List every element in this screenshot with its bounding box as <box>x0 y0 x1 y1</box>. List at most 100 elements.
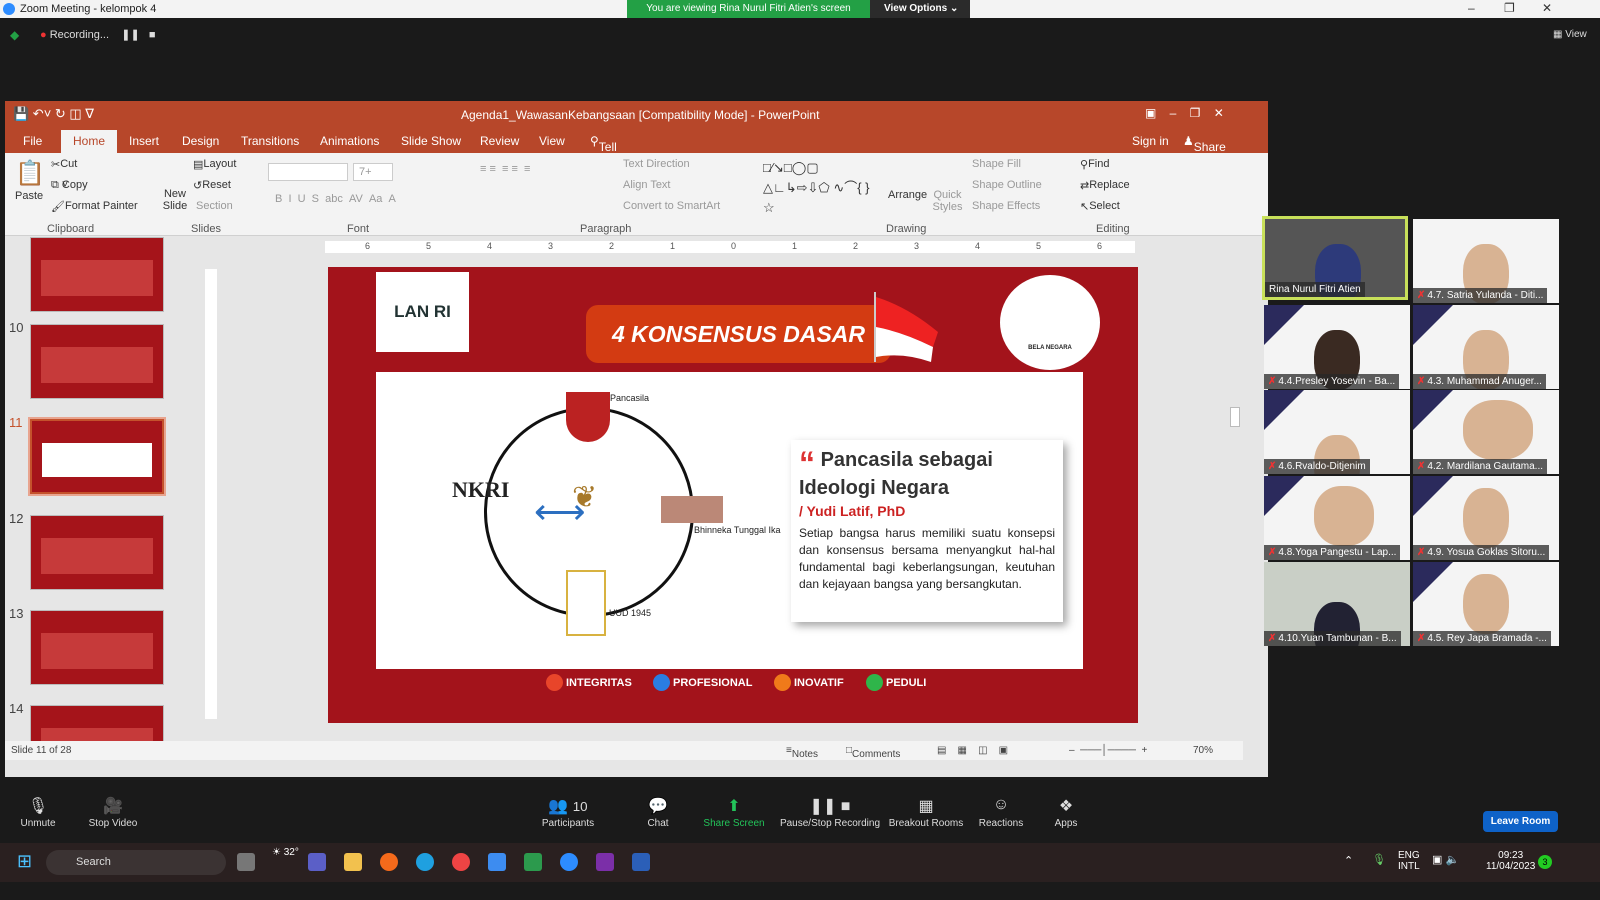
copy-button[interactable]: ⧉ Copy ˅ <box>51 179 88 192</box>
quote-title: Pancasila sebagai Ideologi Negara <box>799 449 993 499</box>
participant-tile[interactable]: Rina Nurul Fitri Atien <box>1262 216 1408 300</box>
shape-fill-button[interactable]: Shape Fill <box>972 158 1021 170</box>
document-title: Agenda1_WawasanKebangsaan [Compatibility… <box>461 108 820 122</box>
clock[interactable]: 09:23 11/04/2023 <box>1486 850 1535 872</box>
participant-tile[interactable]: ✗ 4.5. Rey Japa Bramada -... <box>1413 562 1559 646</box>
stop-icon[interactable]: ■ <box>149 29 156 41</box>
unmute-label: Unmute <box>20 818 56 829</box>
new-slide-button[interactable]: New Slide <box>160 188 190 212</box>
taskbar-search[interactable]: Search <box>46 850 226 875</box>
network-volume-icons[interactable]: ▣ 🔈 <box>1432 853 1459 866</box>
tab-transitions[interactable]: Transitions <box>241 134 299 148</box>
find-button[interactable]: ⚲ Find <box>1080 158 1109 171</box>
arrange-button[interactable]: Arrange <box>888 189 927 201</box>
zoom-level[interactable]: 70% <box>1193 745 1213 756</box>
shape-outline-button[interactable]: Shape Outline <box>972 179 1042 191</box>
participant-tile[interactable]: ✗ 4.7. Satria Yulanda - Diti... <box>1413 219 1559 303</box>
participant-tile[interactable]: ✗ 4.9. Yosua Goklas Sitoru... <box>1413 476 1559 560</box>
maximize-icon[interactable]: ❐ <box>1504 1 1515 15</box>
slide-thumbnails-panel[interactable]: 10 11 12 13 14 <box>5 237 183 757</box>
participant-tile[interactable]: ✗ 4.6.Rvaldo-Ditjenim <box>1264 390 1410 474</box>
text-direction-button[interactable]: Text Direction <box>623 158 690 170</box>
close-icon[interactable]: ✕ <box>1542 1 1552 15</box>
share-button[interactable]: ♟ Share <box>1183 134 1226 154</box>
paste-icon[interactable]: 📋 <box>15 159 45 188</box>
chrome-icon[interactable] <box>452 853 470 871</box>
slide-thumbnail[interactable] <box>30 324 164 399</box>
windows-start-icon[interactable]: ⊞ <box>17 851 32 872</box>
teams-icon[interactable] <box>308 853 326 871</box>
slide-canvas[interactable]: LAN RI 4 KONSENSUS DASAR BELA NEGARA Pan… <box>328 267 1138 723</box>
font-format-buttons[interactable]: B I U S abc AV Aa A <box>275 193 396 205</box>
comments-button[interactable]: □ Comments <box>846 745 900 760</box>
zoom-slider[interactable]: – ───│──── + <box>1069 745 1147 756</box>
zoom-taskbar-icon[interactable] <box>560 853 578 871</box>
notification-badge[interactable]: 3 <box>1538 855 1552 869</box>
pause-icon[interactable]: ❚❚ <box>121 29 139 41</box>
weather-widget[interactable]: ☀ 32° <box>272 847 299 858</box>
convert-smartart-button[interactable]: Convert to SmartArt <box>623 200 720 212</box>
share-screen-button[interactable]: ⬆ Share Screen <box>689 796 779 829</box>
paragraph-buttons[interactable]: ≡ ≡ ≡ ≡ ≡ <box>480 163 530 175</box>
language-indicator[interactable]: ENG INTL <box>1398 850 1420 872</box>
paste-button[interactable]: Paste <box>15 190 43 202</box>
notes-button[interactable]: ≡ Notes <box>786 745 818 760</box>
font-size-input[interactable]: 7+ <box>353 163 393 181</box>
participant-tile[interactable]: ✗ 4.4.Presley Yosevin - Ba... <box>1264 305 1410 389</box>
pause-stop-recording-button[interactable]: ❚❚ ■ Pause/Stop Recording <box>775 796 885 829</box>
word-icon[interactable] <box>632 853 650 871</box>
apps-button[interactable]: ❖ Apps <box>1021 796 1111 829</box>
tell-me-search[interactable]: ⚲ Tell me what you want to do... <box>590 134 624 238</box>
cut-button[interactable]: ✂ Cut <box>51 158 77 171</box>
stop-video-button[interactable]: 🎥 Stop Video <box>68 796 158 829</box>
slide-thumbnail[interactable] <box>30 515 164 590</box>
slide-thumbnail[interactable] <box>30 610 164 685</box>
replace-button[interactable]: ⇄ Replace <box>1080 179 1130 192</box>
tab-design[interactable]: Design <box>182 134 219 148</box>
tab-insert[interactable]: Insert <box>129 134 159 148</box>
onenote-icon[interactable] <box>596 853 614 871</box>
firefox-icon[interactable] <box>380 853 398 871</box>
tab-animations[interactable]: Animations <box>320 134 379 148</box>
notepad-icon[interactable] <box>488 853 506 871</box>
participant-tile[interactable]: ✗ 4.2. Mardilana Gautama... <box>1413 390 1559 474</box>
tab-view[interactable]: View <box>539 134 565 148</box>
minimize-icon[interactable]: – <box>1468 1 1475 15</box>
quick-access-icons[interactable]: 💾 ↶˅ ↻ ◫ ∇ <box>13 106 94 122</box>
format-painter-button[interactable]: 🖌 Format Painter <box>51 200 138 213</box>
participant-tile[interactable]: ✗ 4.10.Yuan Tambunan - B... <box>1264 562 1410 646</box>
view-options-button[interactable]: View Options ⌄ <box>870 0 970 18</box>
editor-scrollbar[interactable] <box>1230 407 1240 427</box>
layout-button[interactable]: ▤ Layout <box>193 158 236 171</box>
view-button[interactable]: ▦ View <box>1553 29 1587 40</box>
section-button[interactable]: Section <box>196 200 233 212</box>
tray-chevron-icon[interactable]: ⌃ <box>1344 854 1353 867</box>
participant-tile[interactable]: ✗ 4.3. Muhammad Anuger... <box>1413 305 1559 389</box>
task-view-icon[interactable] <box>237 853 255 871</box>
shape-effects-button[interactable]: Shape Effects <box>972 200 1040 212</box>
window-controls[interactable]: ▣ – ❐ ✕ <box>1145 106 1224 120</box>
tab-slide-show[interactable]: Slide Show <box>401 134 461 148</box>
reset-button[interactable]: ↺ Reset <box>193 179 231 192</box>
edge-icon[interactable] <box>416 853 434 871</box>
participant-tile[interactable]: ✗ 4.8.Yoga Pangestu - Lap... <box>1264 476 1410 560</box>
slide-thumbnail-selected[interactable] <box>28 417 166 496</box>
quick-styles-button[interactable]: Quick Styles <box>930 189 965 213</box>
view-label: View <box>1565 29 1587 40</box>
select-button[interactable]: ↖ Select <box>1080 200 1120 213</box>
reset-label: Reset <box>202 179 231 191</box>
font-name-input[interactable] <box>268 163 348 181</box>
participants-button[interactable]: 👥 10 Participants <box>523 796 613 829</box>
align-text-button[interactable]: Align Text <box>623 179 671 191</box>
tab-home[interactable]: Home <box>61 130 118 153</box>
slide-thumbnail[interactable] <box>30 237 164 312</box>
leave-room-button[interactable]: Leave Room <box>1483 811 1558 832</box>
file-explorer-icon[interactable] <box>344 853 362 871</box>
sheets-icon[interactable] <box>524 853 542 871</box>
shapes-gallery[interactable]: □∕↘□◯▢ △∟↳⇨⇩⬠ ∿⌒{ }☆ <box>763 158 873 218</box>
ribbon: 📋 Paste ✂ Cut ⧉ Copy ˅ 🖌 Format Painter … <box>5 153 1268 236</box>
view-mode-buttons[interactable]: ▤ ▦ ◫ ▣ <box>937 745 1008 756</box>
tab-file[interactable]: File <box>23 134 42 148</box>
sign-in-link[interactable]: Sign in <box>1132 134 1169 148</box>
tab-review[interactable]: Review <box>480 134 519 148</box>
